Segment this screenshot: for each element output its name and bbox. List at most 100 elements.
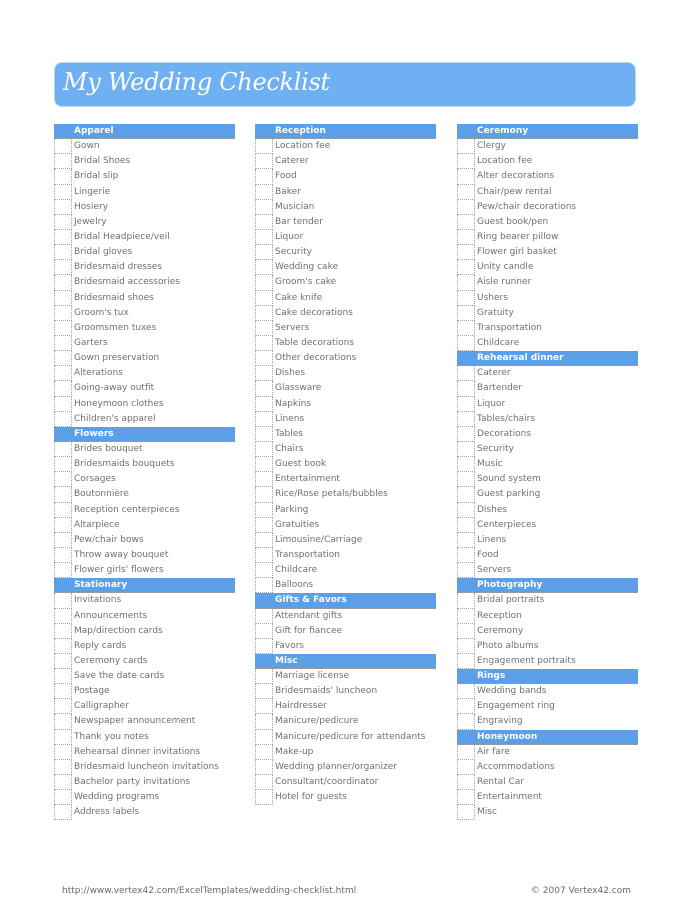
checkbox[interactable] — [457, 260, 475, 276]
checkbox[interactable] — [54, 139, 72, 155]
checkbox[interactable] — [54, 729, 72, 745]
checkbox[interactable] — [255, 547, 273, 564]
checkbox[interactable] — [255, 502, 273, 518]
checkbox[interactable] — [54, 214, 72, 230]
checkbox[interactable] — [255, 487, 273, 503]
checkbox[interactable] — [255, 305, 273, 321]
checkbox[interactable] — [255, 623, 273, 639]
checkbox[interactable] — [54, 472, 72, 488]
checkbox[interactable] — [255, 290, 273, 306]
checkbox[interactable] — [255, 790, 273, 806]
checkbox[interactable] — [255, 759, 273, 776]
checkbox[interactable] — [54, 608, 72, 624]
checkbox[interactable] — [255, 775, 273, 791]
checkbox[interactable] — [457, 744, 475, 760]
checkbox[interactable] — [255, 729, 273, 745]
checkbox[interactable] — [457, 532, 475, 548]
checkbox[interactable] — [54, 260, 72, 276]
checkbox[interactable] — [457, 547, 475, 564]
checkbox[interactable] — [255, 426, 273, 442]
checkbox[interactable] — [54, 532, 72, 548]
checkbox[interactable] — [457, 457, 475, 473]
checkbox[interactable] — [255, 699, 273, 715]
checkbox[interactable] — [457, 502, 475, 518]
checkbox[interactable] — [54, 684, 72, 700]
checkbox[interactable] — [457, 699, 475, 715]
checkbox[interactable] — [255, 245, 273, 261]
checkbox[interactable] — [457, 245, 475, 261]
checkbox[interactable] — [457, 320, 475, 336]
checkbox[interactable] — [457, 517, 475, 533]
checkbox[interactable] — [255, 472, 273, 488]
checkbox[interactable] — [54, 457, 72, 473]
checkbox[interactable] — [457, 623, 475, 639]
checkbox[interactable] — [54, 381, 72, 397]
checkbox[interactable] — [54, 653, 72, 670]
checkbox[interactable] — [255, 184, 273, 200]
checkbox[interactable] — [255, 381, 273, 397]
checkbox[interactable] — [457, 275, 475, 291]
checkbox[interactable] — [255, 214, 273, 230]
checkbox[interactable] — [255, 457, 273, 473]
checkbox[interactable] — [457, 214, 475, 230]
checkbox[interactable] — [54, 366, 72, 382]
checkbox[interactable] — [54, 714, 72, 730]
checkbox[interactable] — [54, 169, 72, 185]
checkbox[interactable] — [255, 532, 273, 548]
checkbox[interactable] — [54, 669, 72, 685]
checkbox[interactable] — [457, 653, 475, 670]
checkbox[interactable] — [54, 547, 72, 564]
checkbox[interactable] — [54, 245, 72, 261]
checkbox[interactable] — [457, 154, 475, 170]
checkbox[interactable] — [54, 199, 72, 215]
checkbox[interactable] — [457, 759, 475, 776]
checkbox[interactable] — [457, 775, 475, 791]
checkbox[interactable] — [457, 199, 475, 215]
checkbox[interactable] — [255, 260, 273, 276]
checkbox[interactable] — [255, 669, 273, 685]
checkbox[interactable] — [255, 578, 273, 594]
checkbox[interactable] — [54, 275, 72, 291]
checkbox[interactable] — [54, 638, 72, 654]
checkbox[interactable] — [54, 305, 72, 321]
checkbox[interactable] — [54, 744, 72, 760]
checkbox[interactable] — [255, 441, 273, 458]
checkbox[interactable] — [255, 608, 273, 624]
checkbox[interactable] — [457, 472, 475, 488]
checkbox[interactable] — [457, 290, 475, 306]
checkbox[interactable] — [255, 411, 273, 427]
checkbox[interactable] — [457, 563, 475, 579]
checkbox[interactable] — [255, 154, 273, 170]
checkbox[interactable] — [457, 396, 475, 412]
checkbox[interactable] — [255, 320, 273, 336]
checkbox[interactable] — [255, 714, 273, 730]
checkbox[interactable] — [54, 184, 72, 200]
checkbox[interactable] — [54, 441, 72, 458]
checkbox[interactable] — [54, 775, 72, 791]
checkbox[interactable] — [457, 805, 475, 821]
checkbox[interactable] — [457, 608, 475, 624]
checkbox[interactable] — [457, 426, 475, 442]
checkbox[interactable] — [457, 184, 475, 200]
checkbox[interactable] — [457, 487, 475, 503]
checkbox[interactable] — [54, 351, 72, 367]
checkbox[interactable] — [54, 699, 72, 715]
checkbox[interactable] — [255, 517, 273, 533]
checkbox[interactable] — [54, 759, 72, 776]
checkbox[interactable] — [54, 396, 72, 412]
checkbox[interactable] — [54, 517, 72, 533]
checkbox[interactable] — [255, 139, 273, 155]
checkbox[interactable] — [54, 154, 72, 170]
checkbox[interactable] — [54, 320, 72, 336]
checkbox[interactable] — [54, 593, 72, 609]
checkbox[interactable] — [457, 229, 475, 246]
checkbox[interactable] — [457, 381, 475, 397]
checkbox[interactable] — [54, 229, 72, 246]
checkbox[interactable] — [255, 229, 273, 246]
checkbox[interactable] — [255, 366, 273, 382]
checkbox[interactable] — [457, 169, 475, 185]
checkbox[interactable] — [255, 638, 273, 654]
checkbox[interactable] — [457, 305, 475, 321]
checkbox[interactable] — [255, 563, 273, 579]
checkbox[interactable] — [457, 411, 475, 427]
